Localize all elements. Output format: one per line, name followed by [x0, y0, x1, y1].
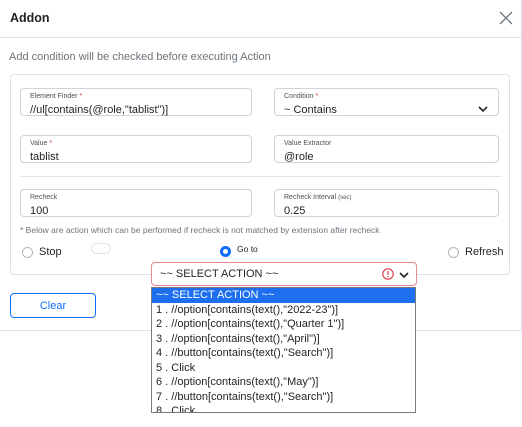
action-dropdown-list[interactable]: ~~ SELECT ACTION ~~ 1 . //option[contain… [151, 287, 416, 413]
radio-goto-circle [220, 246, 231, 257]
modal-subtitle: Add condition will be checked before exe… [9, 51, 271, 63]
recheck-field[interactable]: Recheck 100 [20, 189, 252, 217]
recheck-label: Recheck [30, 194, 58, 201]
recheck-interval-label: Recheck Interval (sec) [284, 194, 352, 201]
dropdown-option[interactable]: 1 . //option[contains(text(),"2022-23")] [152, 303, 415, 318]
recheck-interval-field[interactable]: Recheck Interval (sec) 0.25 [274, 189, 499, 217]
value-extractor-label: Value Extractor [284, 140, 332, 147]
modal-header: Addon [0, 0, 522, 38]
radio-goto-label: Go to [237, 244, 258, 254]
chevron-down-icon [399, 272, 409, 279]
clear-button[interactable]: Clear [10, 293, 96, 318]
dropdown-option[interactable]: 7 . //button[contains(text(),"Search")] [152, 390, 415, 405]
action-select[interactable]: ~~ SELECT ACTION ~~ [151, 262, 417, 286]
value-extractor-value: @role [284, 151, 314, 163]
radio-refresh[interactable]: Refresh [448, 246, 504, 258]
radio-goto[interactable]: Go to [220, 244, 258, 257]
warning-icon [382, 268, 394, 280]
dropdown-option[interactable]: 6 . //option[contains(text(),"May")] [152, 375, 415, 390]
dropdown-option[interactable]: 8 . Click [152, 404, 415, 412]
condition-value: ~ Contains [284, 104, 337, 116]
dropdown-option[interactable]: ~~ SELECT ACTION ~~ [152, 288, 415, 303]
value-field[interactable]: Value * tablist [20, 135, 252, 163]
radio-stop-label: Stop [39, 246, 62, 258]
element-finder-label: Element Finder * [30, 93, 83, 100]
radio-refresh-circle [448, 246, 459, 258]
value-label: Value * [30, 140, 53, 147]
radio-stop[interactable]: Stop [22, 246, 62, 258]
element-finder-value: //ul[contains(@role,"tablist")] [30, 104, 169, 116]
recheck-interval-value: 0.25 [284, 205, 306, 217]
element-finder-field[interactable]: Element Finder * //ul[contains(@role,"ta… [20, 88, 252, 116]
modal-title: Addon [10, 11, 50, 25]
condition-label: Condition * [284, 93, 319, 100]
recheck-note: * Below are action which can be performe… [20, 225, 380, 235]
condition-panel: Element Finder * //ul[contains(@role,"ta… [10, 74, 510, 275]
dropdown-option[interactable]: 3 . //option[contains(text(),"April")] [152, 332, 415, 347]
toggle-placeholder [91, 243, 111, 254]
action-select-value: ~~ SELECT ACTION ~~ [160, 268, 279, 280]
close-icon[interactable] [498, 10, 514, 26]
chevron-down-icon [478, 106, 488, 113]
value-value: tablist [30, 151, 59, 163]
radio-stop-circle [22, 246, 33, 258]
recheck-value: 100 [30, 205, 49, 217]
value-extractor-field[interactable]: Value Extractor @role [274, 135, 499, 163]
condition-select[interactable]: Condition * ~ Contains [274, 88, 499, 116]
divider [21, 176, 501, 177]
radio-refresh-label: Refresh [465, 246, 504, 258]
dropdown-option[interactable]: 4 . //button[contains(text(),"Search")] [152, 346, 415, 361]
dropdown-option[interactable]: 2 . //option[contains(text(),"Quarter 1"… [152, 317, 415, 332]
dropdown-option[interactable]: 5 . Click [152, 361, 415, 376]
